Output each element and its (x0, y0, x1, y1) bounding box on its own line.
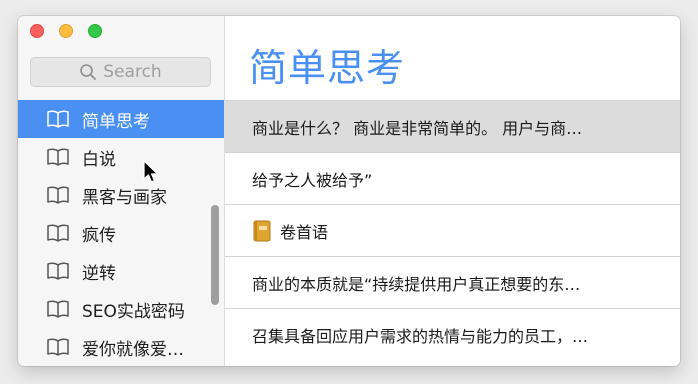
search-field[interactable]: Search (30, 57, 211, 87)
sidebar-item-seo-shizhan-mima[interactable]: SEO实战密码 (18, 290, 224, 328)
book-icon (47, 110, 69, 128)
search-placeholder: Search (103, 62, 162, 82)
note-row-text: 给予之人被给予” (252, 170, 373, 190)
sidebar-item-label: SEO实战密码 (82, 301, 185, 322)
book-icon (47, 224, 69, 242)
sidebar-item-label: 白说 (82, 149, 116, 170)
book-icon (47, 300, 69, 318)
close-window-button[interactable] (30, 24, 44, 38)
note-list: 商业是什么？ 商业是非常简单的。 用户与商… 给予之人被给予” 卷首语 商业的本… (225, 100, 680, 360)
sidebar-item-nizhuan[interactable]: 逆转 (18, 252, 224, 290)
sidebar-item-baishuo[interactable]: 白说 (18, 138, 224, 176)
notebook-title: 简单思考 (249, 46, 406, 90)
sidebar-scrollbar[interactable] (211, 205, 219, 305)
note-row[interactable]: 卷首语 (225, 204, 680, 256)
sidebar-item-heike-yu-huajia[interactable]: 黑客与画家 (18, 176, 224, 214)
note-row-text: 商业是什么？ 商业是非常简单的。 用户与商… (252, 118, 583, 138)
sidebar-item-label: 简单思考 (82, 111, 150, 132)
sidebar-item-label: 黑客与画家 (82, 187, 167, 208)
note-row[interactable]: 召集具备回应用户需求的热情与能力的员工，… (225, 308, 680, 360)
note-list-pane: 简单思考 商业是什么？ 商业是非常简单的。 用户与商… 给予之人被给予” 卷首语… (225, 16, 680, 366)
note-row[interactable]: 商业的本质就是“持续提供用户真正想要的东… (225, 256, 680, 308)
minimize-window-button[interactable] (59, 24, 73, 38)
sidebar-item-label: 疯传 (82, 225, 116, 246)
note-row-text: 商业的本质就是“持续提供用户真正想要的东… (252, 274, 581, 294)
book-icon (47, 338, 69, 356)
book-icon (47, 148, 69, 166)
sidebar: Search 简单思考 白说 黑客与画家 疯传 逆转 SEO实战密码 爱你就像爱… (18, 16, 225, 366)
book-icon (47, 262, 69, 280)
notebook-list: 简单思考 白说 黑客与画家 疯传 逆转 SEO实战密码 爱你就像爱… (18, 100, 224, 366)
search-icon (80, 64, 97, 80)
note-row-text: 卷首语 (280, 222, 329, 242)
app-window: Search 简单思考 白说 黑客与画家 疯传 逆转 SEO实战密码 爱你就像爱… (18, 16, 680, 366)
note-row-text: 召集具备回应用户需求的热情与能力的员工，… (252, 326, 589, 346)
note-row[interactable]: 给予之人被给予” (225, 152, 680, 204)
sidebar-item-label: 爱你就像爱… (82, 339, 184, 360)
sidebar-item-fengchuan[interactable]: 疯传 (18, 214, 224, 252)
notebook-icon (253, 220, 271, 241)
mouse-cursor-icon (143, 160, 159, 183)
sidebar-item-ai-ni-jiu-xiang-ai[interactable]: 爱你就像爱… (18, 328, 224, 366)
sidebar-item-jiandan-sikao[interactable]: 简单思考 (18, 100, 224, 138)
book-icon (47, 186, 69, 204)
sidebar-item-label: 逆转 (82, 263, 116, 284)
note-row[interactable]: 商业是什么？ 商业是非常简单的。 用户与商… (225, 100, 680, 152)
zoom-window-button[interactable] (88, 24, 102, 38)
